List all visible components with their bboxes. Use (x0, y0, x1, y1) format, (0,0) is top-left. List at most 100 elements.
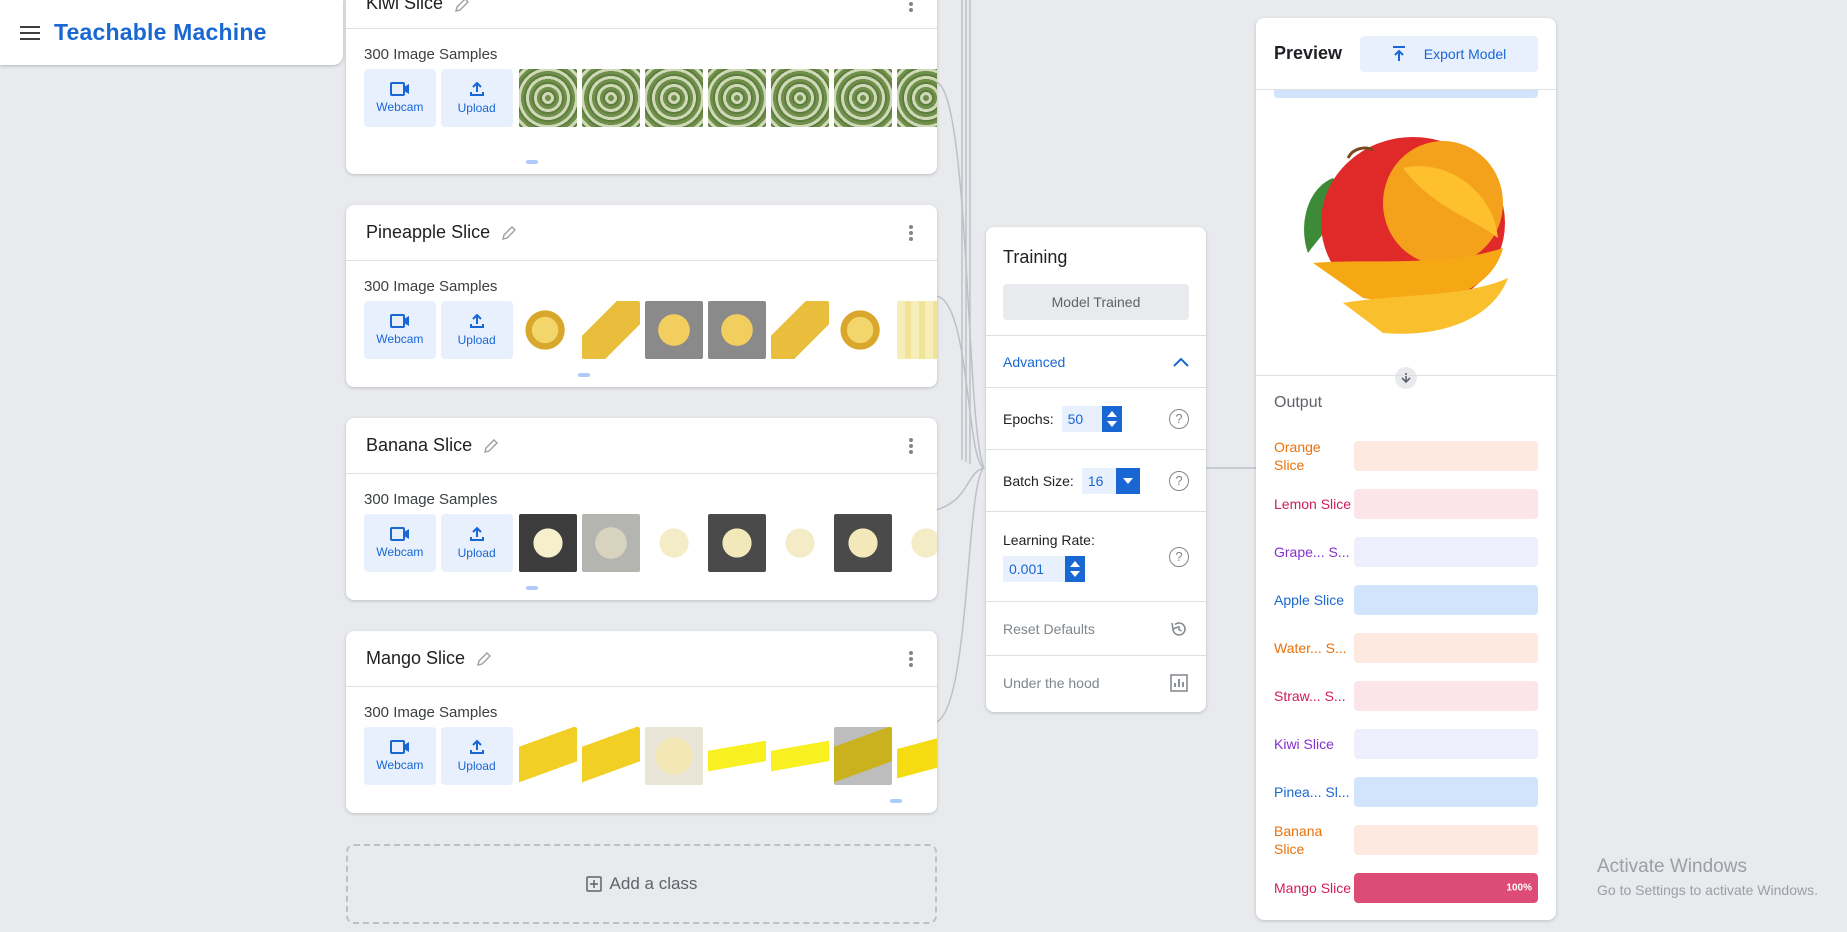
upload-button[interactable]: Upload (440, 727, 513, 785)
learning-rate-stepper[interactable]: 0.001 (1003, 555, 1085, 582)
edit-pencil-icon[interactable] (482, 437, 500, 455)
output-row: Pinea... Sl... (1274, 768, 1538, 816)
sample-thumbnail[interactable] (518, 301, 577, 359)
sample-thumbnail[interactable] (644, 301, 703, 359)
class-name[interactable]: Pineapple Slice (366, 222, 490, 243)
sample-thumbnail[interactable] (581, 514, 640, 572)
epochs-stepper[interactable]: 50 (1061, 405, 1122, 432)
help-icon[interactable]: ? (1169, 408, 1189, 429)
app-title[interactable]: Teachable Machine (54, 19, 267, 46)
sample-thumbnail[interactable] (833, 301, 892, 359)
under-the-hood-button[interactable]: Under the hood (986, 655, 1206, 709)
epochs-input[interactable]: 50 (1061, 405, 1102, 432)
help-icon[interactable]: ? (1169, 546, 1189, 567)
train-model-button[interactable]: Model Trained (1003, 284, 1189, 320)
sample-thumbnail[interactable] (707, 69, 766, 127)
sample-thumbnail[interactable] (896, 69, 937, 127)
more-options-icon[interactable] (909, 437, 913, 454)
sample-count: 300 Image Samples (364, 491, 498, 508)
reset-defaults-button[interactable]: Reset Defaults (986, 601, 1206, 655)
sample-thumbnail[interactable] (896, 301, 937, 359)
sample-thumbnail[interactable] (644, 69, 703, 127)
sample-thumbnail[interactable] (896, 514, 937, 572)
output-row: Grape... S... (1274, 528, 1538, 576)
upload-button[interactable]: Upload (440, 301, 513, 359)
edit-pencil-icon[interactable] (500, 224, 518, 242)
sample-thumbnail[interactable] (518, 727, 577, 785)
sample-thumbnail[interactable] (833, 69, 892, 127)
sample-scrollbar[interactable] (518, 160, 936, 164)
output-row: Straw... S... (1274, 672, 1538, 720)
sample-thumbnail[interactable] (833, 514, 892, 572)
training-panel: Training Model Trained Advanced Epochs: … (986, 227, 1206, 712)
sample-thumbnail[interactable] (707, 301, 766, 359)
sample-thumbnails[interactable] (518, 301, 937, 359)
batch-size-value[interactable]: 16 (1081, 467, 1116, 494)
sample-thumbnail[interactable] (581, 301, 640, 359)
edit-pencil-icon[interactable] (475, 650, 493, 668)
dropdown-arrow[interactable] (1115, 467, 1140, 494)
webcam-button[interactable]: Webcam (364, 301, 436, 359)
sample-scrollbar[interactable] (518, 373, 936, 377)
class-card-header: Banana Slice (346, 418, 937, 474)
more-options-icon[interactable] (909, 0, 913, 12)
sample-thumbnail[interactable] (770, 69, 829, 127)
sample-thumbnail[interactable] (833, 727, 892, 785)
more-options-icon[interactable] (909, 650, 913, 667)
export-model-button[interactable]: Export Model (1360, 35, 1538, 72)
hamburger-menu-icon[interactable] (20, 25, 40, 40)
output-row: Apple Slice (1274, 576, 1538, 624)
sample-thumbnails[interactable] (518, 727, 937, 785)
sample-thumbnail[interactable] (644, 514, 703, 572)
upload-button[interactable]: Upload (440, 514, 513, 572)
sample-scrollbar[interactable] (518, 799, 936, 803)
sample-thumbnail[interactable] (707, 514, 766, 572)
class-name[interactable]: Mango Slice (366, 648, 465, 669)
epochs-spinner[interactable] (1101, 405, 1122, 432)
input-source-strip[interactable] (1274, 90, 1538, 98)
webcam-button[interactable]: Webcam (364, 727, 436, 785)
advanced-toggle[interactable]: Advanced (986, 335, 1206, 387)
upload-button[interactable]: Upload (440, 69, 513, 127)
increment-icon (1106, 410, 1117, 417)
class-name[interactable]: Kiwi Slice (366, 0, 443, 14)
class-name[interactable]: Banana Slice (366, 435, 472, 456)
upload-label: Upload (457, 759, 496, 773)
sample-thumbnail[interactable] (770, 301, 829, 359)
output-label: Mango Slice (1274, 880, 1352, 896)
sample-thumbnails[interactable] (518, 69, 937, 127)
sample-count: 300 Image Samples (364, 278, 498, 295)
upload-icon (1392, 45, 1405, 61)
sample-thumbnail[interactable] (896, 727, 937, 785)
scrollbar-thumb[interactable] (526, 160, 538, 164)
sample-thumbnail[interactable] (770, 727, 829, 785)
output-row: Orange Slice (1274, 432, 1538, 480)
learning-rate-spinner[interactable] (1065, 555, 1085, 582)
sample-thumbnails[interactable] (518, 514, 937, 572)
sample-thumbnail[interactable] (518, 69, 577, 127)
add-class-button[interactable]: Add a class (346, 844, 937, 924)
more-options-icon[interactable] (909, 224, 913, 241)
sample-scrollbar[interactable] (518, 586, 936, 590)
scrollbar-thumb[interactable] (578, 373, 590, 377)
class-card: Pineapple Slice 300 Image Samples Webcam… (346, 205, 937, 387)
help-icon[interactable]: ? (1169, 470, 1189, 491)
output-confidence-bar (1354, 489, 1538, 519)
sample-thumbnail[interactable] (644, 727, 703, 785)
output-confidence-bar (1354, 441, 1538, 471)
webcam-button[interactable]: Webcam (364, 514, 436, 572)
edit-pencil-icon[interactable] (453, 0, 471, 14)
batch-size-select[interactable]: 16 (1081, 467, 1140, 494)
scrollbar-thumb[interactable] (890, 799, 902, 803)
learning-rate-input[interactable]: 0.001 (1003, 555, 1065, 582)
webcam-button[interactable]: Webcam (364, 69, 436, 127)
webcam-icon (389, 527, 409, 541)
sample-thumbnail[interactable] (770, 514, 829, 572)
sample-thumbnail[interactable] (581, 69, 640, 127)
class-card: Kiwi Slice 300 Image Samples Webcam Uplo… (346, 0, 937, 174)
output-label: Straw... S... (1274, 688, 1346, 704)
scrollbar-thumb[interactable] (526, 586, 538, 590)
sample-thumbnail[interactable] (581, 727, 640, 785)
sample-thumbnail[interactable] (707, 727, 766, 785)
sample-thumbnail[interactable] (518, 514, 577, 572)
